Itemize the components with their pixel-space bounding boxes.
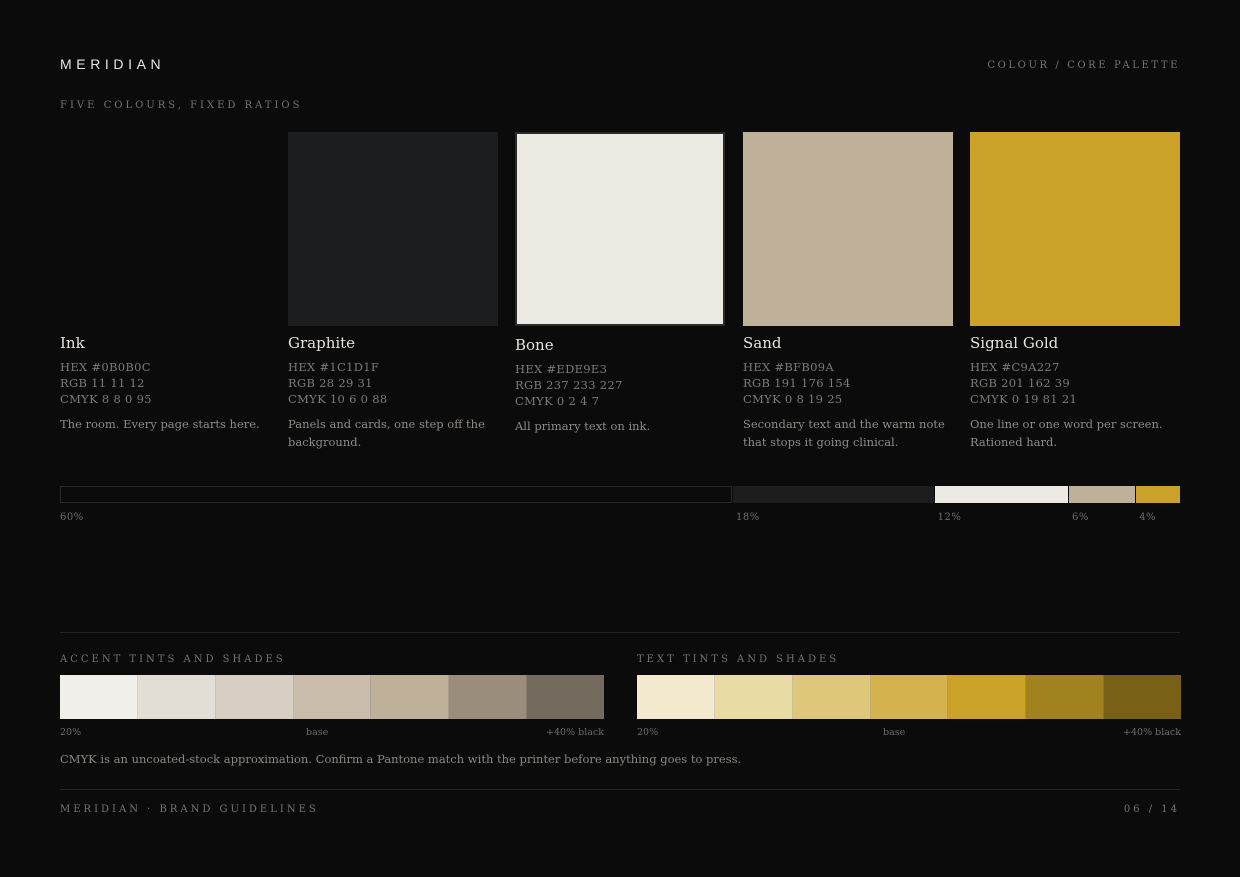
ratio-label: 60% — [60, 512, 84, 523]
ratio-segment-signal-gold — [1135, 486, 1180, 503]
tint-step — [449, 675, 528, 719]
accent-ramp-labels: 20% base +40% black — [60, 727, 604, 739]
cmyk-value: CMYK 8 8 0 95 — [60, 392, 152, 406]
cmyk-value: CMYK 10 6 0 88 — [288, 392, 388, 406]
swatch-card-ink: Ink HEX #0B0B0C RGB 11 11 12 CMYK 8 8 0 … — [60, 132, 270, 433]
tint-step — [1104, 675, 1182, 719]
color-swatch — [970, 132, 1180, 326]
cmyk-value: CMYK 0 19 81 21 — [970, 392, 1078, 406]
rgb-value: RGB 237 233 227 — [515, 378, 623, 392]
ratio-label: 6% — [1072, 512, 1089, 523]
tint-step — [60, 675, 138, 719]
color-swatch — [60, 132, 270, 326]
text-ramp-title: TEXT TINTS AND SHADES — [637, 654, 840, 665]
hex-value: HEX #0B0B0C — [60, 360, 151, 374]
divider — [60, 789, 1180, 790]
color-swatch — [515, 132, 725, 326]
swatch-card-bone: Bone HEX #EDE9E3 RGB 237 233 227 CMYK 0 … — [515, 132, 725, 435]
hex-value: HEX #EDE9E3 — [515, 362, 608, 376]
swatch-description: One line or one word per screen. Ratione… — [970, 417, 1163, 449]
rgb-value: RGB 191 176 154 — [743, 376, 851, 390]
rgb-value: RGB 11 11 12 — [60, 376, 145, 390]
ratio-segment-sand — [1067, 486, 1136, 503]
hex-value: HEX #C9A227 — [970, 360, 1060, 374]
swatch-specs: HEX #1C1D1F RGB 28 29 31 CMYK 10 6 0 88 — [288, 359, 498, 407]
swatch-name: Bone — [515, 336, 554, 354]
accent-tint-ramp — [60, 675, 605, 719]
cmyk-value: CMYK 0 8 19 25 — [743, 392, 843, 406]
hex-value: HEX #1C1D1F — [288, 360, 380, 374]
rgb-value: RGB 201 162 39 — [970, 376, 1070, 390]
accent-ramp-title: ACCENT TINTS AND SHADES — [60, 654, 286, 665]
ratio-segment-graphite — [732, 486, 934, 503]
tint-step — [215, 675, 294, 719]
page-number: 06 / 14 — [1123, 804, 1180, 815]
page-kicker: FIVE COLOURS, FIXED RATIOS — [60, 100, 303, 111]
ramp-label-start: 20% — [60, 727, 82, 738]
tint-step — [527, 675, 605, 719]
swatch-specs: HEX #C9A227 RGB 201 162 39 CMYK 0 19 81 … — [970, 359, 1180, 407]
ramp-label-end: +40% black — [1123, 727, 1181, 738]
color-swatch — [743, 132, 953, 326]
cmyk-value: CMYK 0 2 4 7 — [515, 394, 600, 408]
color-swatch — [288, 132, 498, 326]
section-label: COLOUR / CORE PALETTE — [987, 60, 1180, 71]
divider — [60, 632, 1180, 633]
tint-step — [293, 675, 372, 719]
swatch-card-signal-gold: Signal Gold HEX #C9A227 RGB 201 162 39 C… — [970, 132, 1180, 451]
swatch-description: The room. Every page starts here. — [60, 417, 260, 431]
palette-page: MERIDIAN COLOUR / CORE PALETTE FIVE COLO… — [0, 0, 1240, 877]
tint-step — [870, 675, 949, 719]
hex-value: HEX #BFB09A — [743, 360, 835, 374]
text-tint-ramp — [637, 675, 1182, 719]
swatch-name: Ink — [60, 334, 85, 352]
ratio-labels: 60% 18% 12% 6% 4% — [0, 512, 1240, 526]
ratio-segment-bone — [933, 486, 1068, 503]
ramp-label-base: base — [883, 727, 906, 738]
tint-step — [714, 675, 793, 719]
ratio-label: 12% — [937, 512, 962, 523]
ramp-label-end: +40% black — [546, 727, 604, 738]
ratio-label: 18% — [736, 512, 760, 523]
rgb-value: RGB 28 29 31 — [288, 376, 373, 390]
ramp-label-start: 20% — [637, 727, 659, 738]
tint-step — [948, 675, 1027, 719]
swatch-name: Signal Gold — [970, 334, 1059, 352]
tint-step — [137, 675, 216, 719]
ratio-label: 4% — [1139, 512, 1157, 523]
swatch-card-graphite: Graphite HEX #1C1D1F RGB 28 29 31 CMYK 1… — [288, 132, 498, 451]
swatch-name: Graphite — [288, 334, 356, 352]
ratio-segment-ink — [60, 486, 732, 503]
tint-step — [637, 675, 715, 719]
text-ramp-labels: 20% base +40% black — [637, 727, 1181, 739]
tint-step — [1026, 675, 1105, 719]
swatch-specs: HEX #BFB09A RGB 191 176 154 CMYK 0 8 19 … — [743, 359, 953, 407]
tint-step — [792, 675, 871, 719]
swatch-name: Sand — [743, 334, 782, 352]
swatch-specs: HEX #EDE9E3 RGB 237 233 227 CMYK 0 2 4 7 — [515, 361, 725, 409]
tint-step — [371, 675, 450, 719]
swatch-specs: HEX #0B0B0C RGB 11 11 12 CMYK 8 8 0 95 — [60, 359, 270, 407]
brand-wordmark: MERIDIAN — [60, 56, 166, 72]
swatch-description: Panels and cards, one step off the backg… — [288, 417, 485, 449]
colour-ratio-bar — [60, 486, 1180, 503]
swatch-description: All primary text on ink. — [515, 419, 651, 433]
swatch-card-sand: Sand HEX #BFB09A RGB 191 176 154 CMYK 0 … — [743, 132, 953, 451]
print-note: CMYK is an uncoated-stock approximation.… — [60, 752, 742, 766]
footer-title: MERIDIAN · BRAND GUIDELINES — [60, 804, 319, 815]
ramp-label-base: base — [306, 727, 329, 738]
swatch-description: Secondary text and the warm note that st… — [743, 417, 945, 449]
